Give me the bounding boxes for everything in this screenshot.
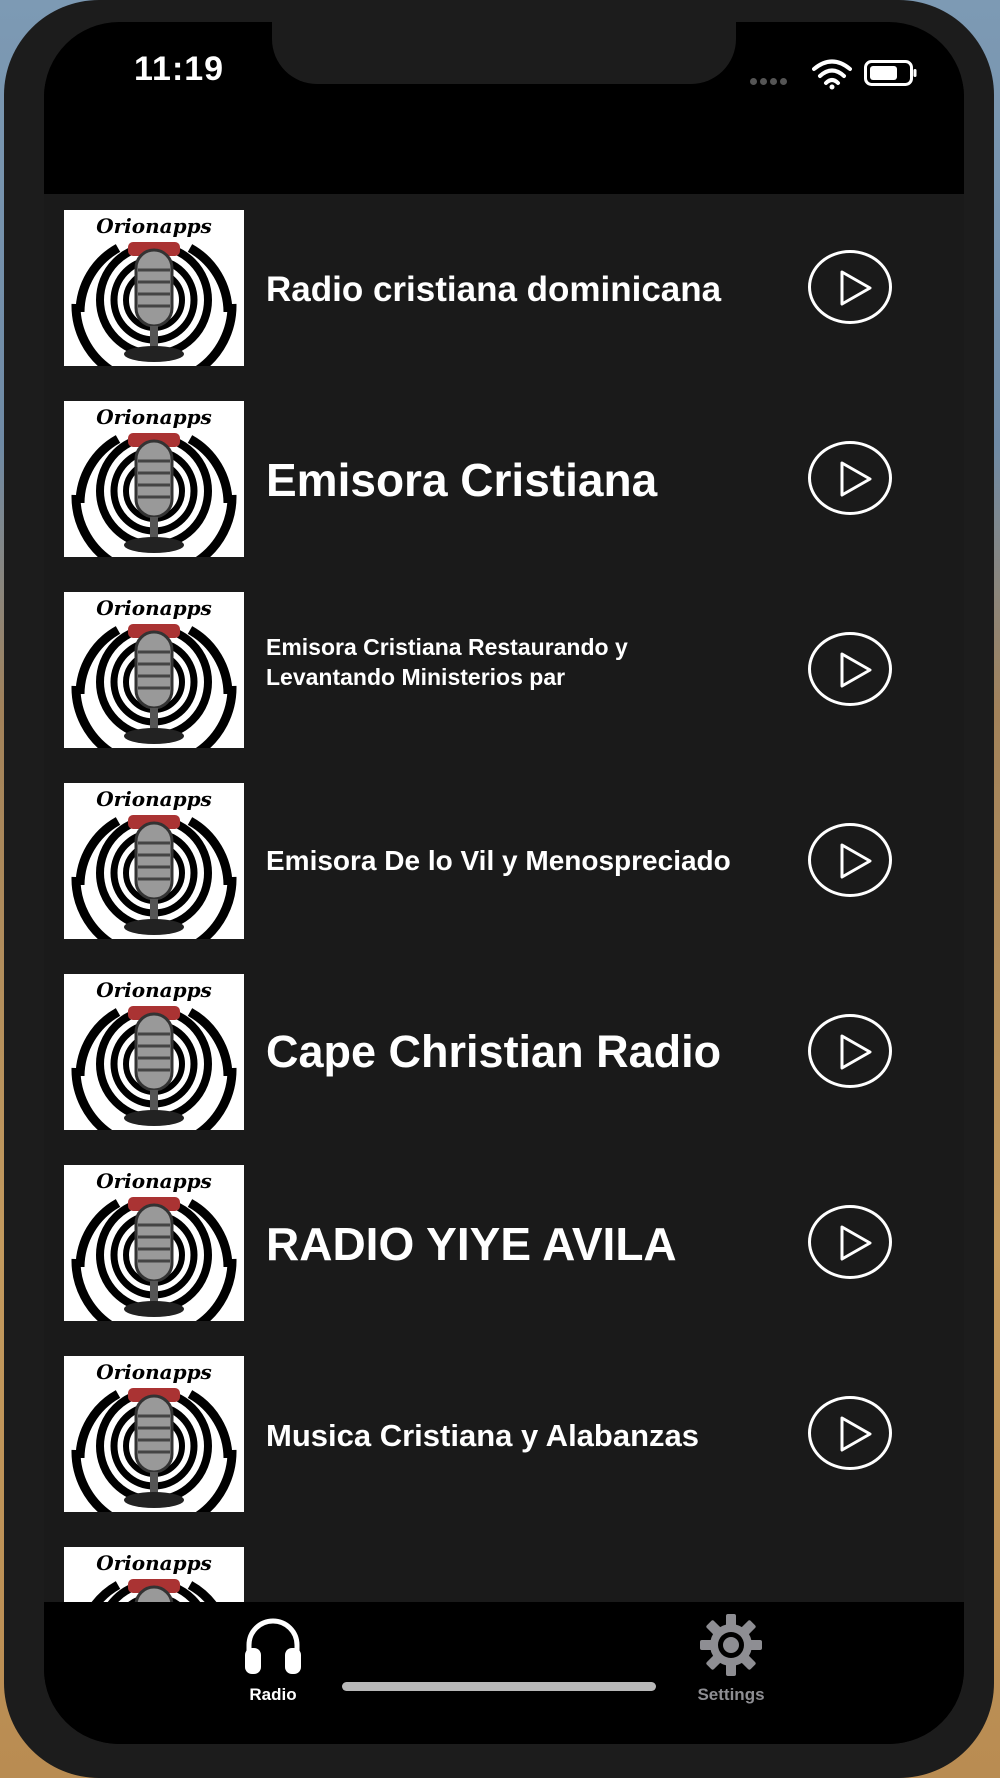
station-title-line-2: Levantando Ministerios par — [266, 664, 566, 690]
station-logo: Orionapps — [64, 1356, 244, 1512]
play-button[interactable] — [808, 1014, 892, 1088]
microphone-icon — [64, 1571, 244, 1602]
station-logo: Orionapps — [64, 1547, 244, 1602]
microphone-icon — [64, 425, 244, 557]
station-row[interactable]: Orionapps Radio cristiana dominicana — [44, 194, 964, 384]
station-row[interactable]: Orionapps — [44, 1531, 964, 1602]
station-row[interactable]: Orionapps Musica Cristiana y Alabanzas — [44, 1340, 964, 1530]
microphone-icon — [64, 998, 244, 1130]
play-button[interactable] — [808, 823, 892, 897]
station-logo: Orionapps — [64, 401, 244, 557]
battery-icon — [864, 60, 917, 86]
play-icon — [840, 461, 872, 497]
microphone-icon — [64, 1380, 244, 1512]
station-logo: Orionapps — [64, 783, 244, 939]
play-button[interactable] — [808, 250, 892, 324]
play-icon — [840, 1416, 872, 1452]
tab-radio-label: Radio — [249, 1685, 297, 1704]
station-title-line-1: Emisora Cristiana Restaurando y — [266, 634, 628, 660]
station-title: Radio cristiana dominicana — [266, 270, 722, 309]
microphone-icon — [64, 807, 244, 939]
station-title: Cape Christian Radio — [266, 1026, 722, 1077]
navigation-bar — [44, 84, 964, 194]
microphone-icon — [64, 234, 244, 366]
station-row[interactable]: Orionapps Emisora Cristiana — [44, 385, 964, 575]
station-logo: Orionapps — [64, 592, 244, 748]
play-icon — [840, 270, 872, 306]
play-button[interactable] — [808, 632, 892, 706]
play-button[interactable] — [808, 441, 892, 515]
station-row[interactable]: Orionapps Emisora Cristiana Restaurando … — [44, 576, 964, 766]
station-row[interactable]: Orionapps Emisora De lo Vil y Menospreci… — [44, 767, 964, 957]
wifi-icon — [812, 59, 852, 90]
play-button[interactable] — [808, 1396, 892, 1470]
station-list[interactable]: Orionapps Radio cristiana dominicana Ori… — [44, 194, 964, 1602]
station-logo: Orionapps — [64, 210, 244, 366]
tab-radio[interactable]: Radio — [198, 1612, 348, 1705]
station-title: Emisora De lo Vil y Menospreciado — [266, 845, 731, 876]
device-notch — [272, 22, 736, 84]
home-indicator[interactable] — [342, 1682, 656, 1691]
tab-bar: Radio Settings — [44, 1602, 964, 1744]
play-icon — [840, 843, 872, 879]
station-title: Musica Cristiana y Alabanzas — [266, 1418, 700, 1453]
play-icon — [840, 1225, 872, 1261]
station-title: Emisora Cristiana Restaurando y Levantan… — [266, 632, 628, 692]
tab-settings-label: Settings — [697, 1685, 765, 1704]
play-icon — [840, 1034, 872, 1070]
headphones-icon — [245, 1618, 301, 1674]
tab-settings[interactable]: Settings — [656, 1612, 806, 1705]
play-icon — [840, 652, 872, 688]
microphone-icon — [64, 1189, 244, 1321]
station-row[interactable]: Orionapps Cape Christian Radio — [44, 958, 964, 1148]
status-time: 11:19 — [134, 50, 225, 88]
station-logo: Orionapps — [64, 974, 244, 1130]
play-button[interactable] — [808, 1205, 892, 1279]
gear-icon — [700, 1614, 762, 1676]
station-title: RADIO YIYE AVILA — [266, 1218, 677, 1270]
app-screen: 11:19 Orionapps Radio cristiana dominica… — [44, 22, 964, 1744]
station-logo: Orionapps — [64, 1165, 244, 1321]
station-row[interactable]: Orionapps RADIO YIYE AVILA — [44, 1149, 964, 1339]
microphone-icon — [64, 616, 244, 748]
station-title: Emisora Cristiana — [266, 454, 658, 506]
cellular-signal-icon — [750, 72, 794, 85]
phone-frame: 11:19 Orionapps Radio cristiana dominica… — [4, 0, 994, 1778]
